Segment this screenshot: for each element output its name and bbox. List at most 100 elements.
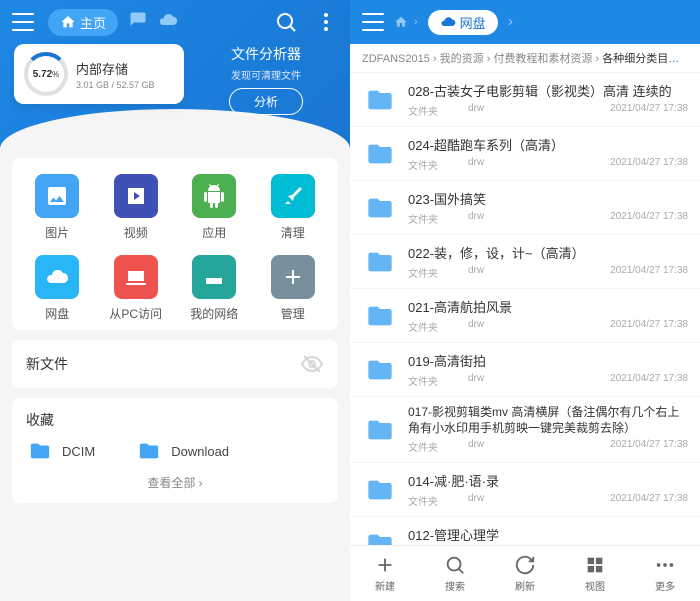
folder-icon xyxy=(362,356,398,384)
folder-icon xyxy=(362,416,398,444)
newfile-section[interactable]: 新文件 xyxy=(12,340,338,388)
file-perm: drw xyxy=(468,211,610,226)
grid-label: 管理 xyxy=(281,305,305,322)
search-icon[interactable] xyxy=(274,10,298,34)
grid-label: 应用 xyxy=(202,224,226,241)
fav-download[interactable]: Download xyxy=(135,440,229,462)
storage-title: 内部存储 xyxy=(76,59,155,78)
nav-more[interactable]: 更多 xyxy=(630,546,700,601)
file-name: 014-减·肥·语·录 xyxy=(408,471,688,490)
file-row[interactable]: 014-减·肥·语·录 文件夹 drw 2021/04/27 17:38 xyxy=(350,463,700,517)
menu-icon[interactable] xyxy=(12,13,34,31)
home-chip-label: 主页 xyxy=(80,13,106,32)
file-body: 023-国外搞笑 文件夹 drw 2021/04/27 17:38 xyxy=(408,189,688,226)
file-perm: drw xyxy=(468,319,610,334)
file-row[interactable]: 022-装，修，设，计~（高清） 文件夹 drw 2021/04/27 17:3… xyxy=(350,235,700,289)
file-name: 019-高清街拍 xyxy=(408,351,688,370)
file-row[interactable]: 017-影视剪辑类mv 高清横屏（备注偶尔有几个右上角有小水印用手机剪映一键完美… xyxy=(350,397,700,463)
more-icon[interactable] xyxy=(314,10,338,34)
plus-icon xyxy=(374,554,396,576)
grid-cleaner[interactable]: 清理 xyxy=(254,174,333,241)
file-row[interactable]: 012-管理心理学 文件夹 drw 2021/04/27 17:38 xyxy=(350,517,700,545)
fav-label: Download xyxy=(171,444,229,459)
storage-card[interactable]: 5.72% 内部存储 3.01 GB / 52.57 GB xyxy=(14,44,184,104)
grid-label: 我的网络 xyxy=(190,305,238,322)
file-name: 028-古装女子电影剪辑（影视类）高清 连续的 xyxy=(408,81,688,100)
analyzer-title: 文件分析器 xyxy=(196,44,336,64)
nav-search[interactable]: 搜索 xyxy=(420,546,490,601)
file-perm: drw xyxy=(468,265,610,280)
file-name: 021-高清航拍风景 xyxy=(408,297,688,316)
header-content: 5.72% 内部存储 3.01 GB / 52.57 GB 文件分析器 发现可清… xyxy=(0,44,350,115)
devices-icon xyxy=(114,255,158,299)
view-all-button[interactable]: 查看全部 › xyxy=(26,474,324,491)
file-body: 024-超酷跑车系列（高清） 文件夹 drw 2021/04/27 17:38 xyxy=(408,135,688,172)
home-icon[interactable] xyxy=(394,15,408,29)
nav-label: 视图 xyxy=(585,578,605,593)
file-perm: drw xyxy=(468,373,610,388)
home-icon xyxy=(60,14,76,30)
file-type: 文件夹 xyxy=(408,493,468,508)
file-row[interactable]: 028-古装女子电影剪辑（影视类）高清 连续的 文件夹 drw 2021/04/… xyxy=(350,73,700,127)
file-row[interactable]: 023-国外搞笑 文件夹 drw 2021/04/27 17:38 xyxy=(350,181,700,235)
file-row[interactable]: 019-高清街拍 文件夹 drw 2021/04/27 17:38 xyxy=(350,343,700,397)
search-icon xyxy=(444,554,466,576)
fav-label: DCIM xyxy=(62,444,95,459)
bookmark-icon-dim[interactable] xyxy=(128,10,148,35)
cloud-icon-dim[interactable] xyxy=(158,10,178,35)
nav-label: 更多 xyxy=(655,578,675,593)
file-meta: 文件夹 drw 2021/04/27 17:38 xyxy=(408,157,688,172)
file-meta: 文件夹 drw 2021/04/27 17:38 xyxy=(408,439,688,454)
file-date: 2021/04/27 17:38 xyxy=(610,439,688,454)
breadcrumb[interactable]: ZDFANS2015 › 我的资源 › 付费教程和素材资源 › 各种细分类目视频… xyxy=(350,44,700,73)
grid-label: 视频 xyxy=(124,224,148,241)
cloud-chip[interactable]: 网盘 xyxy=(428,10,498,35)
home-chip[interactable]: 主页 xyxy=(48,9,118,36)
bc-part: 我的资源 xyxy=(440,53,484,65)
file-list[interactable]: 028-古装女子电影剪辑（影视类）高清 连续的 文件夹 drw 2021/04/… xyxy=(350,73,700,545)
file-row[interactable]: 024-超酷跑车系列（高清） 文件夹 drw 2021/04/27 17:38 xyxy=(350,127,700,181)
nav-refresh[interactable]: 刷新 xyxy=(490,546,560,601)
menu-icon[interactable] xyxy=(362,13,384,31)
refresh-icon xyxy=(514,554,536,576)
file-meta: 文件夹 drw 2021/04/27 17:38 xyxy=(408,265,688,280)
folder-icon xyxy=(135,440,163,462)
analyzer-subtitle: 发现可清理文件 xyxy=(196,67,336,82)
file-date: 2021/04/27 17:38 xyxy=(610,265,688,280)
grid-cloud[interactable]: 网盘 xyxy=(18,255,97,322)
analyzer: 文件分析器 发现可清理文件 分析 xyxy=(196,44,336,115)
nav-view[interactable]: 视图 xyxy=(560,546,630,601)
analyze-button[interactable]: 分析 xyxy=(229,88,303,115)
file-row[interactable]: 021-高清航拍风景 文件夹 drw 2021/04/27 17:38 xyxy=(350,289,700,343)
storage-percent-unit: % xyxy=(52,70,59,79)
file-date: 2021/04/27 17:38 xyxy=(610,493,688,508)
file-date: 2021/04/27 17:38 xyxy=(610,157,688,172)
folder-icon xyxy=(362,140,398,168)
cloud-chip-label: 网盘 xyxy=(460,13,486,32)
file-body: 022-装，修，设，计~（高清） 文件夹 drw 2021/04/27 17:3… xyxy=(408,243,688,280)
left-header: 主页 5.72% 内部存储 3.01 GB / 52.57 GB xyxy=(0,0,350,148)
nav-new[interactable]: 新建 xyxy=(350,546,420,601)
topbar: 主页 xyxy=(0,0,350,44)
right-pane: › 网盘 › ZDFANS2015 › 我的资源 › 付费教程和素材资源 › 各… xyxy=(350,0,700,601)
android-icon xyxy=(192,174,236,218)
fav-dcim[interactable]: DCIM xyxy=(26,440,95,462)
grid-apps[interactable]: 应用 xyxy=(175,174,254,241)
nav-label: 新建 xyxy=(375,578,395,593)
grid-pictures[interactable]: 图片 xyxy=(18,174,97,241)
video-icon xyxy=(114,174,158,218)
folder-icon xyxy=(362,530,398,545)
path-icons: › xyxy=(394,15,418,29)
file-type: 文件夹 xyxy=(408,319,468,334)
grid-label: 从PC访问 xyxy=(109,305,162,322)
file-body: 019-高清街拍 文件夹 drw 2021/04/27 17:38 xyxy=(408,351,688,388)
storage-percent: 5.72 xyxy=(33,69,52,80)
grid-video[interactable]: 视频 xyxy=(97,174,176,241)
file-date: 2021/04/27 17:38 xyxy=(610,373,688,388)
storage-donut-icon: 5.72% xyxy=(24,52,68,96)
eye-off-icon[interactable] xyxy=(300,352,324,376)
grid-pc-access[interactable]: 从PC访问 xyxy=(97,255,176,322)
grid-network[interactable]: 我的网络 xyxy=(175,255,254,322)
grid-manage[interactable]: 管理 xyxy=(254,255,333,322)
bottom-nav: 新建 搜索 刷新 视图 更多 xyxy=(350,545,700,601)
